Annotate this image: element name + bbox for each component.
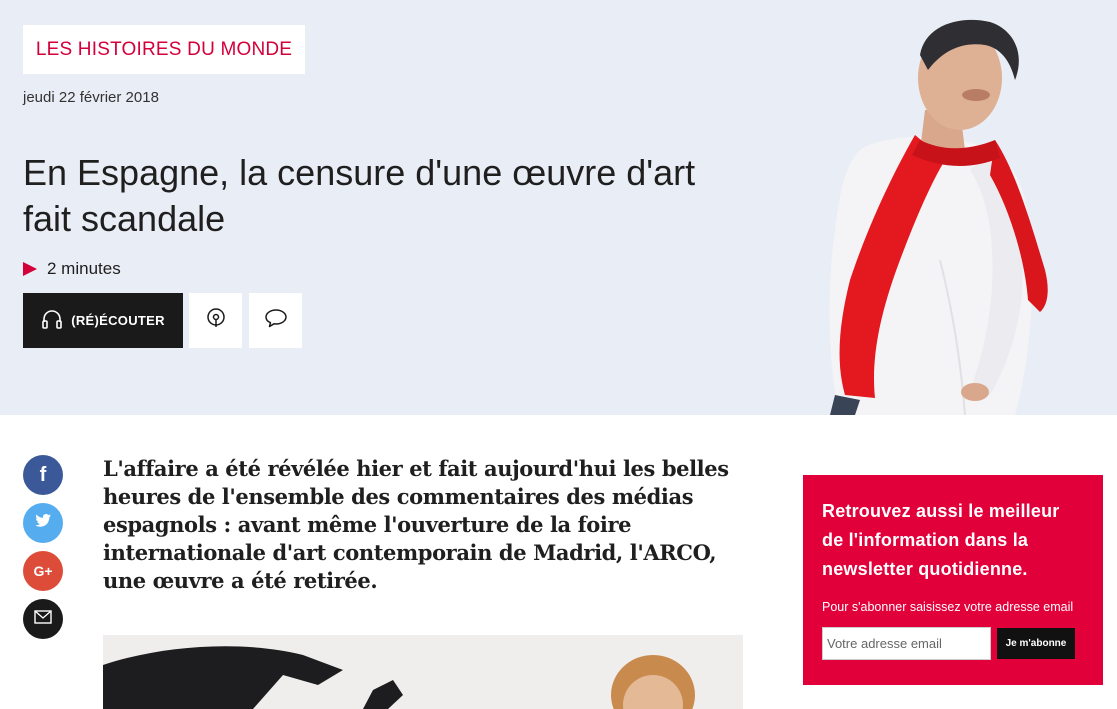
page-title: En Espagne, la censure d'une œuvre d'art… <box>23 152 696 239</box>
podcast-button[interactable] <box>189 293 242 348</box>
newsletter-form: Je m'abonne <box>822 627 1084 660</box>
newsletter-title: Retrouvez aussi le meilleur de l'informa… <box>822 501 1060 579</box>
podcast-icon <box>205 307 227 334</box>
share-email-button[interactable] <box>23 599 63 639</box>
listen-button[interactable]: (RÉ)ÉCOUTER <box>23 293 183 348</box>
duration-info: 2 minutes <box>23 259 121 279</box>
presenter-photo <box>800 0 1090 415</box>
mail-icon <box>34 609 52 629</box>
share-googleplus-button[interactable]: G+ <box>23 551 63 591</box>
headphones-icon <box>41 309 63 332</box>
subscribe-button[interactable]: Je m'abonne <box>997 628 1075 659</box>
twitter-bird-icon <box>34 513 52 534</box>
broadcast-date: jeudi 22 février 2018 <box>23 89 159 106</box>
comment-icon <box>264 307 288 334</box>
duration-label: 2 minutes <box>47 259 121 278</box>
newsletter-box: Retrouvez aussi le meilleur de l'informa… <box>803 475 1103 685</box>
email-field[interactable] <box>822 627 991 660</box>
newsletter-hint: Pour s'abonner saisissez votre adresse e… <box>822 600 1074 614</box>
show-name-link[interactable]: LES HISTOIRES DU MONDE <box>23 25 305 74</box>
listen-button-label: (RÉ)ÉCOUTER <box>71 313 165 328</box>
play-icon <box>23 262 37 276</box>
share-facebook-button[interactable]: f <box>23 455 63 495</box>
article-image <box>103 635 743 709</box>
article-lead: L'affaire a été révélée hier et fait auj… <box>103 456 729 593</box>
comment-button[interactable] <box>249 293 302 348</box>
share-twitter-button[interactable] <box>23 503 63 543</box>
episode-header: LES HISTOIRES DU MONDE jeudi 22 février … <box>0 0 1117 415</box>
